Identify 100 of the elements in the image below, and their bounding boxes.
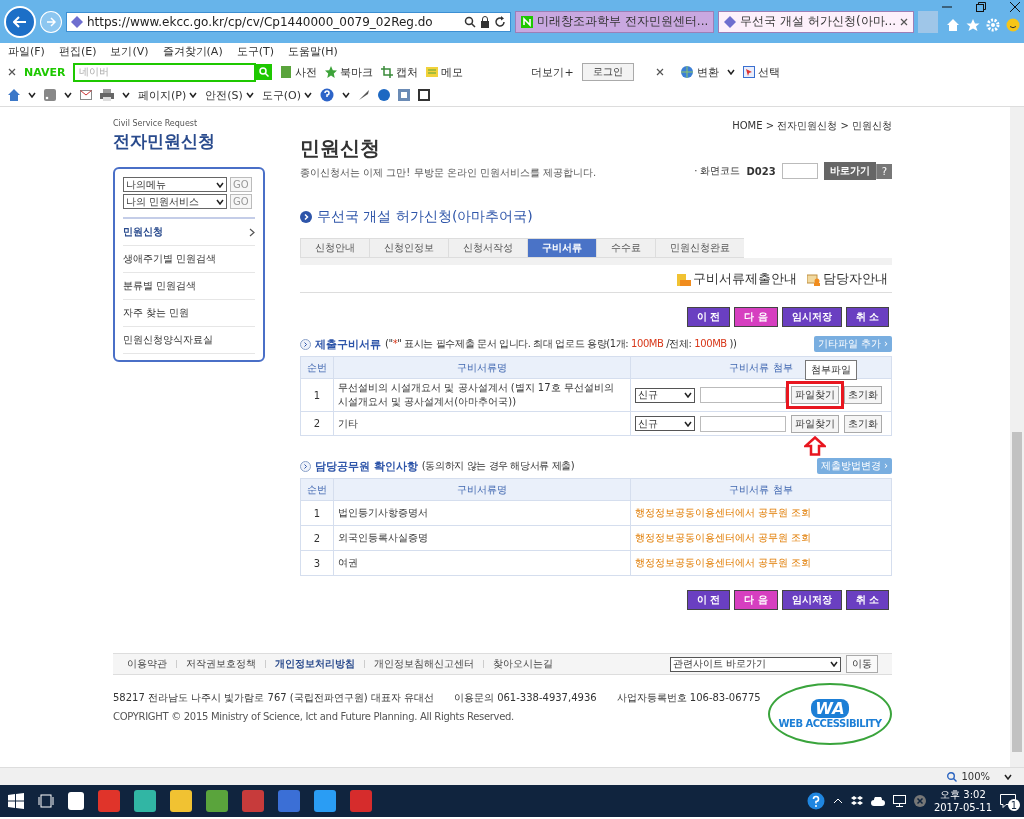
dropdown-caret-icon[interactable] [245,92,254,98]
back-arrow-icon[interactable] [12,15,27,28]
sidebar-item[interactable]: 분류별 민원검색 [123,273,255,300]
step-tab[interactable]: 수수료 [596,238,655,258]
clock-date[interactable]: 2017-05-11 [933,801,992,814]
dropdown-caret-icon[interactable] [726,69,735,75]
reset-button[interactable]: 초기화 [844,414,882,433]
command-menu[interactable]: 페이지(P) [138,87,187,103]
toolbar-button[interactable]: 메모 [441,64,464,80]
star-icon[interactable] [966,17,980,32]
dropdown-caret-icon[interactable] [28,92,36,98]
chevron-up-icon[interactable] [832,798,843,804]
file-field[interactable] [700,415,786,432]
printer-icon[interactable] [100,89,114,101]
menu-item[interactable]: 즐겨찾기(A) [162,44,223,59]
help-icon[interactable] [806,792,825,810]
login-button[interactable]: 로그인 [581,63,634,81]
command-menu[interactable]: 도구(O) [261,87,302,103]
dropdown-caret-icon[interactable] [189,92,198,98]
dropdown-caret-icon[interactable] [1004,773,1012,780]
home-icon[interactable] [8,89,20,101]
translate-button[interactable]: 변환 [696,64,719,80]
action-button[interactable]: 다 음 [734,590,778,610]
cloud-icon[interactable] [870,796,885,806]
footer-link[interactable]: 개인정보침해신고센터 [374,657,474,671]
toolbar-button[interactable]: 사전 [295,64,318,80]
footer-link[interactable]: 개인정보처리방침 [275,657,355,671]
sidebar-item[interactable]: 생애주기별 민원검색 [123,246,255,273]
action-button[interactable]: 임시저장 [781,307,842,327]
sidebar-item[interactable]: 자주 찾는 민원 [123,300,255,327]
action-button[interactable]: 취 소 [845,307,889,327]
zoom-level[interactable]: 100% [961,771,990,782]
footer-link[interactable]: 찾아오시는길 [493,657,553,671]
menu-item[interactable]: 편집(E) [58,44,97,59]
star-icon[interactable] [325,66,338,78]
step-tab[interactable]: 신청인정보 [369,238,448,258]
step-tab[interactable]: 신청서작성 [448,238,527,258]
toolbar-icon[interactable] [418,89,431,101]
network-icon[interactable] [892,795,906,807]
refresh-icon[interactable] [494,15,506,28]
browser-tab[interactable]: 미래창조과학부 전자민원센터... [515,10,715,33]
close-icon[interactable] [900,17,909,26]
action-button[interactable]: 취 소 [845,590,889,610]
start-icon[interactable] [8,793,24,809]
footer-link[interactable]: 저작권보호정책 [186,657,256,671]
close-icon[interactable] [1010,1,1020,12]
dropdown-caret-icon[interactable] [342,92,351,98]
menu-item[interactable]: 도구(T) [236,44,274,59]
type-select[interactable]: 신규 [635,416,695,431]
zoom-icon[interactable] [947,771,958,782]
go-button[interactable]: 바로가기 [823,162,876,180]
back-button[interactable] [4,5,36,38]
more-link[interactable]: 더보기+ [531,64,574,80]
action-button[interactable]: 임시저장 [781,590,842,610]
browser-tab[interactable]: 무선국 개설 허가신청(아마... [718,10,915,33]
dropdown-caret-icon[interactable] [122,92,130,98]
smiley-icon[interactable] [1006,17,1020,32]
command-menu[interactable]: 안전(S) [205,87,243,103]
dropdown-caret-icon[interactable] [216,198,224,205]
menu-item[interactable]: 파일(F) [8,44,45,59]
guide-link[interactable]: 구비서류제출안내 [693,270,797,288]
dropdown-caret-icon[interactable] [830,661,838,667]
action-button[interactable]: 이 전 [686,590,731,610]
menu-select[interactable]: 나의 민원서비스 [123,194,227,209]
close-icon[interactable] [8,68,16,76]
reset-button[interactable]: 초기화 [844,386,882,404]
dropdown-caret-icon[interactable] [684,420,692,427]
dropdown-caret-icon[interactable] [684,392,692,398]
toolbar-button[interactable]: 캡처 [396,64,419,80]
mail-icon[interactable] [80,90,92,100]
sidebar-item[interactable]: 민원신청 [123,219,255,246]
move-button[interactable]: 이동 [846,655,878,673]
dropdown-caret-icon[interactable] [304,92,313,98]
guide-link[interactable]: 담당자안내 [823,270,888,288]
crop-icon[interactable] [381,66,394,78]
step-tab[interactable]: 신청안내 [300,238,369,258]
browse-button[interactable]: 파일찾기 [791,414,839,433]
screen-code-field[interactable] [781,163,818,179]
scroll-thumb[interactable] [1012,432,1022,752]
search-icon[interactable] [464,15,476,28]
action-button[interactable]: 다 음 [734,307,778,327]
address-bar[interactable]: https://www.ekcc.go.kr/cp/cv/Cp1440000_0079_02Reg.do [65,11,511,32]
browse-button[interactable]: 파일찾기 [791,386,839,404]
site-select[interactable]: 관련사이트 바로가기 [670,656,841,672]
volume-muted-icon[interactable] [913,795,926,807]
dropdown-caret-icon[interactable] [64,92,72,98]
footer-link[interactable]: 이용약관 [127,657,167,671]
close-icon[interactable] [655,68,664,76]
step-tab[interactable]: 민원신청완료 [655,238,744,258]
lock-icon[interactable] [480,15,490,28]
type-select[interactable]: 신규 [635,387,695,403]
file-field[interactable] [700,387,786,403]
toolbar-button[interactable]: 북마크 [340,64,374,80]
scrollbar[interactable] [1010,107,1024,767]
select-button[interactable]: 선택 [757,64,780,80]
restore-icon[interactable] [976,1,986,12]
task-view-icon[interactable] [38,794,54,808]
dropbox-icon[interactable] [850,795,863,807]
clock-time[interactable]: 오후 3:02 [940,788,986,801]
menu-item[interactable]: 도움말(H) [288,44,338,59]
